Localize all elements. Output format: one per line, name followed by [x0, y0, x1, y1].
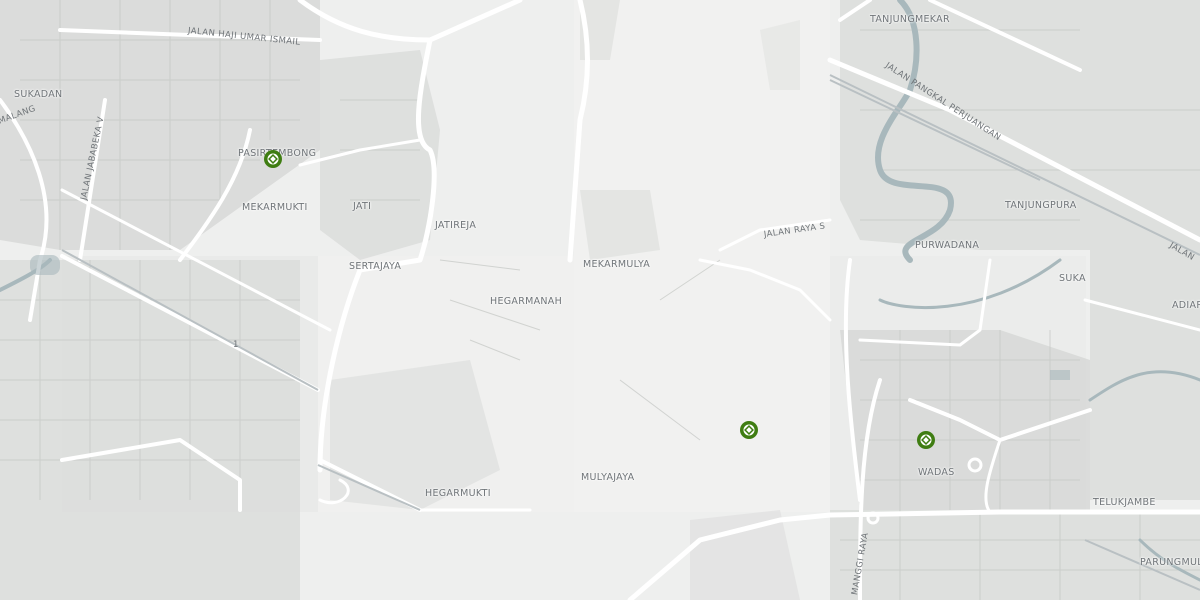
place-label-adiar: ADIAR: [1172, 300, 1200, 311]
place-label-sukadan: SUKADAN: [14, 89, 63, 100]
place-label-sertajaya: SERTAJAYA: [349, 261, 402, 272]
place-label-jati: JATI: [353, 201, 372, 212]
map-marker-mulyajaya[interactable]: [738, 419, 760, 441]
map-canvas[interactable]: SUKADAN PASIRTEMBONG MEKARMUKTI JATI JAT…: [0, 0, 1200, 600]
place-label-hegarmanah: HEGARMANAH: [490, 296, 563, 307]
map-marker-wadas[interactable]: [915, 429, 937, 451]
place-label-tanjungpura: TANJUNGPURA: [1005, 200, 1077, 211]
place-label-wadas: WADAS: [918, 467, 955, 478]
map-base-layer: [0, 0, 1200, 600]
place-label-mekarmulya: MEKARMULYA: [583, 259, 651, 270]
place-label-suka: SUKA: [1059, 273, 1086, 284]
place-label-jatireja: JATIREJA: [435, 220, 477, 231]
place-label-mekarmukti: MEKARMUKTI: [242, 202, 308, 213]
road-label-marker-one: 1: [233, 340, 239, 350]
location-marker-icon: [740, 421, 758, 439]
place-label-purwadana: PURWADANA: [915, 240, 980, 251]
place-label-hegarmukti: HEGARMUKTI: [425, 488, 491, 499]
location-marker-icon: [917, 431, 935, 449]
map-marker-pasirtembong[interactable]: [262, 148, 284, 170]
place-label-parungmul: PARUNGMUL: [1140, 557, 1200, 568]
location-marker-icon: [264, 150, 282, 168]
place-label-tanjungmekar: TANJUNGMEKAR: [870, 14, 950, 25]
place-label-telukjambe: TELUKJAMBE: [1093, 497, 1156, 508]
place-label-mulyajaya: MULYAJAYA: [581, 472, 635, 483]
